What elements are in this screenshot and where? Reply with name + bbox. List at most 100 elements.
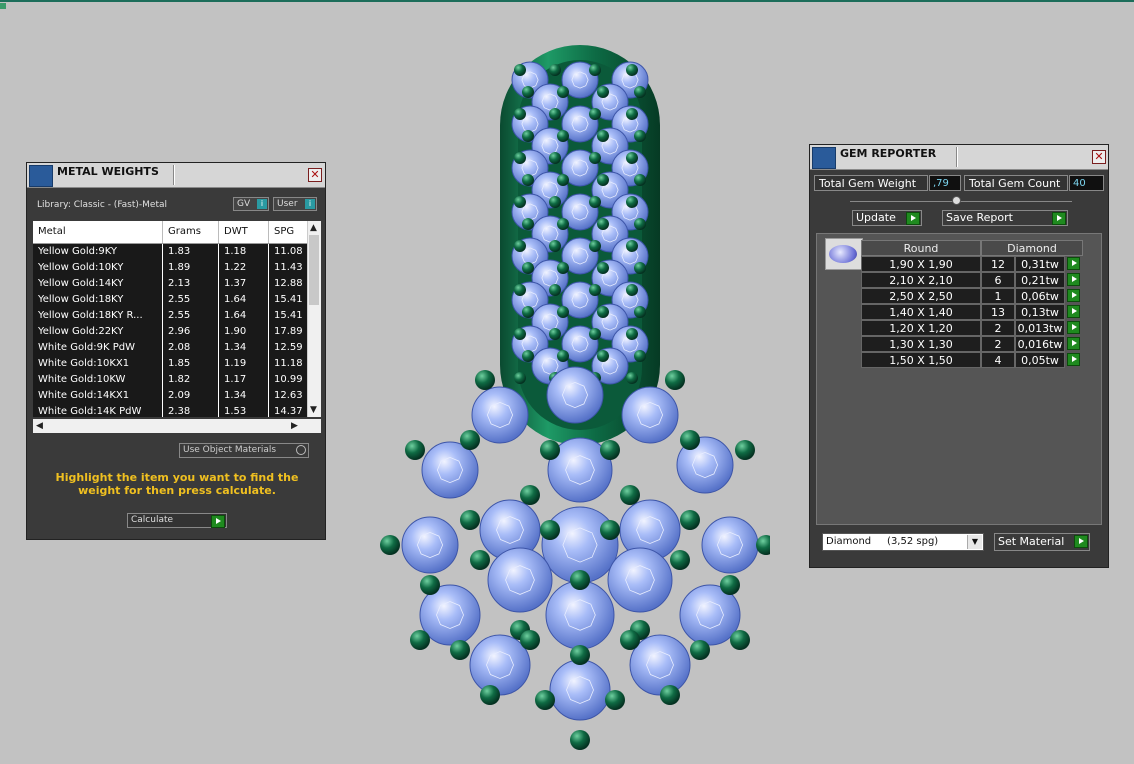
play-arrow-icon[interactable] [1067,337,1080,350]
table-row[interactable]: Yellow Gold:14KY 2.13 1.37 12.88 [33,276,313,293]
gem-cell-size: 1,30 X 1,30 [861,336,981,352]
gem-cell-weight: 0,016tw [1015,336,1065,352]
cell-metal: Yellow Gold:22KY [33,324,163,340]
cell-metal: Yellow Gold:10KY [33,260,163,276]
gem-row[interactable]: 1,20 X 1,20 2 0,013tw [861,320,1083,336]
gv-toggle[interactable]: GV i [233,197,269,211]
set-material-button[interactable]: Set Material [994,533,1090,551]
gem-row[interactable]: 2,10 X 2,10 6 0,21tw [861,272,1083,288]
table-row[interactable]: White Gold:10KW 1.82 1.17 10.99 [33,372,313,389]
gem-reporter-titlebar[interactable]: GEM REPORTER ✕ [810,145,1108,170]
prong-bead [634,350,646,362]
prong-bead [589,240,601,252]
user-toggle[interactable]: User i [273,197,317,211]
table-row[interactable]: White Gold:10KX1 1.85 1.19 11.18 [33,356,313,373]
update-button[interactable]: Update [852,210,922,226]
metal-table-hscroll[interactable]: ◀ ▶ [33,419,321,433]
total-gem-weight-value: ,79 [929,175,961,191]
diamond-stone [401,516,459,574]
prong-bead [634,262,646,274]
play-arrow-icon[interactable] [1067,321,1080,334]
gem-row[interactable]: 1,90 X 1,90 12 0,31tw [861,256,1083,272]
material-select[interactable]: Diamond (3,52 spg) ▼ [822,533,984,551]
prong-bead [520,485,540,505]
diamond-stone [607,547,673,613]
update-label: Update [856,211,896,224]
gem-cell-weight: 0,21tw [1015,272,1065,288]
play-arrow-icon[interactable] [1067,353,1080,366]
play-arrow-icon[interactable] [1067,273,1080,286]
cell-dwt: 1.64 [219,308,269,324]
jewelry-model-render[interactable] [370,40,770,750]
prong-bead [589,64,601,76]
table-row[interactable]: Yellow Gold:18KY 2.55 1.64 15.41 [33,292,313,309]
metal-table[interactable]: Metal Grams DWT SPG Yellow Gold:9KY 1.83 1… [33,221,321,417]
use-object-materials-toggle[interactable]: Use Object Materials [179,443,309,458]
diamond-stone [621,386,679,444]
slider-track[interactable] [850,201,1072,202]
prong-bead [460,430,480,450]
close-icon[interactable]: ✕ [308,168,322,182]
gem-cell-weight: 0,05tw [1015,352,1065,368]
table-row[interactable]: Yellow Gold:22KY 2.96 1.90 17.89 [33,324,313,341]
cell-metal: Yellow Gold:18KY [33,292,163,308]
gem-row[interactable]: 1,50 X 1,50 4 0,05tw [861,352,1083,368]
scroll-right-arrow-icon[interactable]: ▶ [291,419,298,433]
metal-table-vscroll[interactable]: ▲ ▼ [307,221,321,417]
prong-bead [514,108,526,120]
prong-bead [756,535,770,555]
prong-bead [514,196,526,208]
cell-metal: White Gold:10KX1 [33,356,163,372]
round-diamond-icon [825,238,863,270]
user-label: User [277,199,298,209]
scroll-thumb[interactable] [309,235,319,305]
prong-bead [589,152,601,164]
scroll-down-arrow-icon[interactable]: ▼ [310,403,317,417]
save-report-button[interactable]: Save Report [942,210,1068,226]
scroll-up-arrow-icon[interactable]: ▲ [310,221,317,235]
table-row[interactable]: White Gold:14K PdW 2.38 1.53 14.37 [33,404,313,417]
prong-bead [626,240,638,252]
col-metal[interactable]: Metal [33,221,163,243]
col-grams[interactable]: Grams [163,221,219,243]
scroll-left-arrow-icon[interactable]: ◀ [36,419,43,433]
gem-cell-size: 1,40 X 1,40 [861,304,981,320]
prong-bead [540,520,560,540]
prong-bead [520,630,540,650]
metal-weights-titlebar[interactable]: METAL WEIGHTS ✕ [27,163,325,188]
table-row[interactable]: Yellow Gold:10KY 1.89 1.22 11.43 [33,260,313,277]
prong-bead [380,535,400,555]
prong-bead [522,306,534,318]
table-row[interactable]: White Gold:14KX1 2.09 1.34 12.63 [33,388,313,405]
gem-reporter-icon [812,147,836,169]
play-arrow-icon[interactable] [1067,305,1080,318]
prong-bead [535,690,555,710]
cell-metal: White Gold:14KX1 [33,388,163,404]
slider-knob[interactable] [952,196,961,205]
calculate-button[interactable]: Calculate [127,513,227,528]
gem-row[interactable]: 2,50 X 2,50 1 0,06tw [861,288,1083,304]
cell-dwt: 1.22 [219,260,269,276]
gem-row[interactable]: 1,30 X 1,30 2 0,016tw [861,336,1083,352]
gem-cell-weight: 0,13tw [1015,304,1065,320]
diamond-stone [545,580,615,650]
titlebar-divider [956,147,958,167]
gem-cell-count: 2 [981,320,1015,336]
metal-table-header: Metal Grams DWT SPG [33,221,313,244]
cell-metal: White Gold:10KW [33,372,163,388]
use-object-materials-label: Use Object Materials [183,445,277,455]
user-info-icon: i [305,199,315,209]
prong-bead [522,174,534,186]
play-arrow-icon[interactable] [1067,289,1080,302]
table-row[interactable]: Yellow Gold:9KY 1.83 1.18 11.08 [33,244,313,261]
table-row[interactable]: Yellow Gold:18KY R... 2.55 1.64 15.41 [33,308,313,325]
prong-bead [557,262,569,274]
prong-bead [626,196,638,208]
cell-dwt: 1.90 [219,324,269,340]
table-row[interactable]: White Gold:9K PdW 2.08 1.34 12.59 [33,340,313,357]
gem-row[interactable]: 1,40 X 1,40 13 0,13tw [861,304,1083,320]
set-material-label: Set Material [998,535,1065,548]
play-arrow-icon[interactable] [1067,257,1080,270]
close-icon[interactable]: ✕ [1092,150,1106,164]
col-dwt[interactable]: DWT [219,221,269,243]
